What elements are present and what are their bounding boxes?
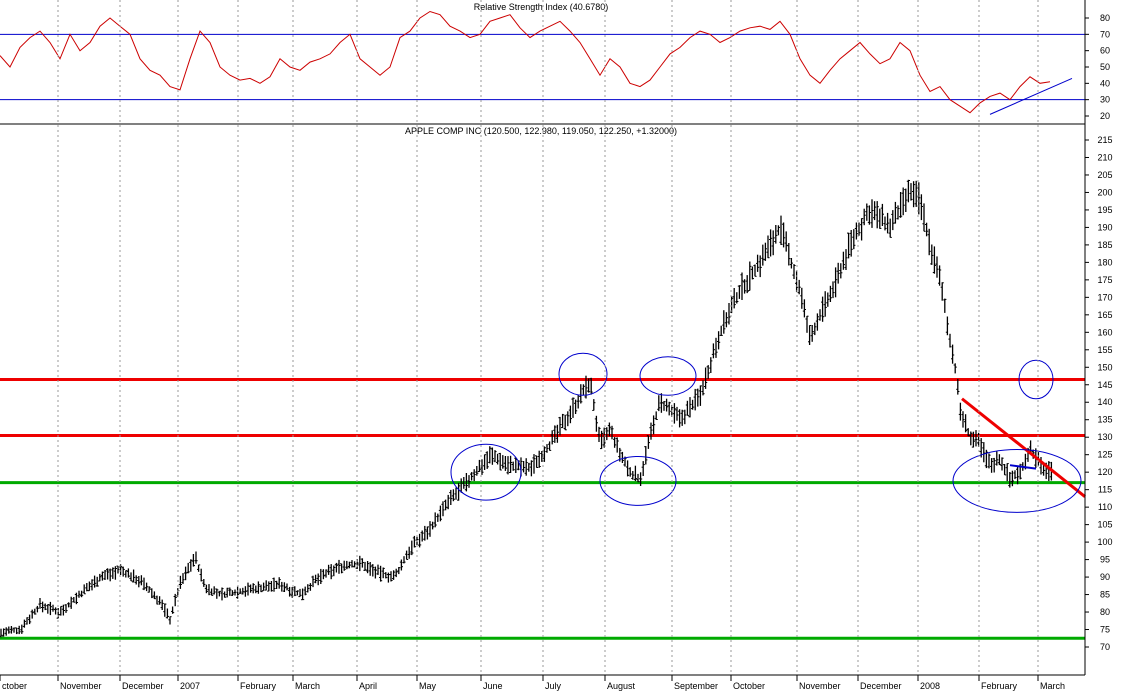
price-tick-label: 80 [1100,607,1110,617]
price-tick-label: 215 [1097,135,1112,145]
price-tick-label: 130 [1097,432,1112,442]
x-tick-label: December [122,681,164,691]
price-tick-label: 110 [1098,502,1112,512]
rsi-tick-label: 20 [1100,111,1110,121]
price-tick-label: 200 [1097,187,1112,197]
chart-container: Relative Strength Index (40.6780) 20 30 40… [0,0,1122,691]
x-tick-label: September [674,681,718,691]
rsi-tick-label: 50 [1100,62,1110,72]
x-tick-label: June [483,681,503,691]
rsi-tick-label: 80 [1100,13,1110,23]
rsi-line [0,10,1051,114]
price-tick-label: 105 [1097,520,1112,530]
x-tick-label: December [860,681,902,691]
x-tick-label: November [799,681,841,691]
price-tick-label: 175 [1097,275,1112,285]
rsi-title: Relative Strength Index (40.6780) [474,2,609,12]
price-tick-label: 135 [1097,415,1112,425]
price-tick-label: 205 [1097,170,1112,180]
price-tick-label: 125 [1097,450,1112,460]
price-tick-label: 100 [1097,537,1112,547]
x-tick-label: July [545,681,562,691]
price-tick-label: 120 [1097,467,1112,477]
x-tick-label: ctober [2,681,27,691]
price-tick-label: 195 [1097,205,1112,215]
price-title: APPLE COMP INC (120.500, 122.980, 119.05… [405,126,677,136]
price-tick-label: 85 [1100,590,1110,600]
price-panel: APPLE COMP INC (120.500, 122.980, 119.05… [0,126,1113,691]
rsi-tick-label: 40 [1100,78,1110,88]
price-tick-label: 75 [1100,625,1110,635]
x-tick-label: October [733,681,765,691]
price-tick-label: 150 [1097,362,1112,372]
x-tick-label: 2008 [920,681,940,691]
x-tick-label: May [419,681,437,691]
rsi-tick-label: 70 [1100,29,1110,39]
rsi-trendline [989,77,1073,115]
price-tick-label: 95 [1100,555,1110,565]
stock-chart: Relative Strength Index (40.6780) 20 30 40… [0,0,1113,691]
x-tick-label: February [240,681,277,691]
price-tick-label: 180 [1097,257,1112,267]
rsi-panel: Relative Strength Index (40.6780) 20 30 40… [0,2,1110,121]
x-tick-label: 2007 [180,681,200,691]
price-tick-label: 190 [1097,222,1112,232]
price-tick-label: 155 [1097,345,1112,355]
price-tick-label: 90 [1100,572,1110,582]
price-tick-label: 145 [1097,380,1112,390]
price-tick-label: 170 [1097,292,1112,302]
price-tick-label: 210 [1097,152,1112,162]
price-tick-label: 160 [1097,327,1112,337]
price-tick-label: 185 [1097,240,1112,250]
price-tick-label: 140 [1097,397,1112,407]
annotation-ellipse [639,356,697,396]
x-tick-label: February [981,681,1018,691]
x-tick-label: April [359,681,377,691]
price-tick-label: 70 [1100,642,1110,652]
x-tick-label: March [1040,681,1065,691]
rsi-tick-label: 60 [1100,46,1110,56]
price-tick-label: 165 [1097,310,1112,320]
rsi-tick-label: 30 [1100,95,1110,105]
x-tick-label: March [295,681,320,691]
price-tick-label: 115 [1098,485,1112,495]
x-tick-label: November [60,681,102,691]
x-tick-label: August [607,681,636,691]
